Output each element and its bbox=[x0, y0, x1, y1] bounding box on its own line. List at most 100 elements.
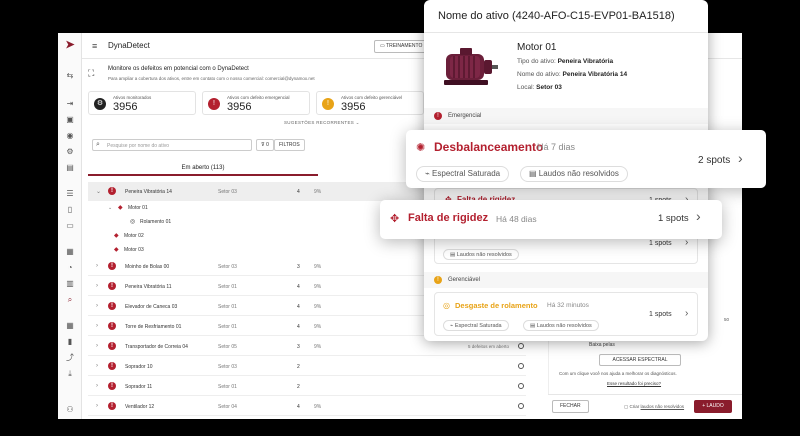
subrow-motor-01[interactable]: ⌄ ◆ Motor 01 bbox=[108, 201, 308, 215]
book-icon[interactable]: ▤ bbox=[64, 163, 76, 173]
calendar-icon[interactable]: ▦ bbox=[64, 321, 76, 331]
filters-button[interactable]: FILTROS bbox=[274, 139, 305, 151]
defect-card[interactable]: ◎ Desgaste de rolamento Há 32 minutos 1 … bbox=[434, 292, 698, 336]
asset-count: 4 bbox=[297, 324, 300, 330]
defect-title: Desbalanceamento bbox=[434, 140, 544, 154]
chevron-right-icon[interactable]: › bbox=[96, 403, 98, 409]
alert-icon: ! bbox=[108, 382, 116, 390]
defect-spots: 1 spots bbox=[658, 213, 689, 224]
alert-circle-icon: ! bbox=[434, 112, 442, 120]
status-ring-icon[interactable] bbox=[518, 383, 524, 389]
alert-icon: ! bbox=[108, 282, 116, 290]
table-row[interactable]: › ! Ventilador 12 Setor 04 4 9% bbox=[88, 397, 526, 416]
app-title: DynaDetect bbox=[108, 41, 150, 50]
highlight-card-stiffness[interactable]: ✥ Falta de rigidez Há 48 dias 1 spots › bbox=[380, 200, 722, 239]
list-icon[interactable]: ☰ bbox=[64, 189, 76, 199]
chevron-right-icon[interactable]: › bbox=[96, 383, 98, 389]
alert-circle-icon: ! bbox=[208, 98, 220, 110]
tab-open[interactable]: Em aberto (113) bbox=[88, 162, 318, 176]
chip-label: Espectral Saturada bbox=[454, 323, 502, 329]
highlight-card-unbalance[interactable]: ✺ Desbalanceamento Há 7 dias 2 spots › ⌁… bbox=[406, 130, 766, 188]
stiffness-icon: ✥ bbox=[390, 213, 400, 225]
dashboard-icon[interactable]: ⇆ bbox=[64, 71, 76, 81]
filter-count-button[interactable]: ⊽ 0 bbox=[256, 139, 274, 151]
asset-location-value: Setor 03 bbox=[536, 84, 562, 91]
bearing-icon: ◎ bbox=[443, 301, 450, 310]
document-icon[interactable]: ▯ bbox=[64, 205, 76, 215]
chip-unresolved: ▤ Laudos não resolvidos bbox=[520, 166, 628, 182]
asset-count: 3 bbox=[297, 344, 300, 350]
subrow-rolamento-01[interactable]: ◎ Rolamento 01 bbox=[130, 215, 330, 229]
banner-subtitle: Para ampliar a cobertura dos ativos, ent… bbox=[108, 76, 315, 81]
chip-label: Laudos não resolvidos bbox=[456, 252, 512, 258]
table-row[interactable]: › ! Soprador 11 Setor 01 2 bbox=[88, 377, 526, 396]
settings-icon[interactable]: ⚙ bbox=[64, 147, 76, 157]
bottom-bar: FECHAR ▢ Criar laudos não resolvidos + L… bbox=[548, 394, 742, 419]
chevron-down-icon[interactable]: ⌄ bbox=[108, 205, 112, 211]
nav-icon-2[interactable]: ▣ bbox=[64, 115, 76, 125]
chip-label: Espectral Saturada bbox=[432, 169, 501, 178]
trend-icon[interactable]: ⤴ bbox=[64, 353, 76, 363]
chevron-right-icon[interactable]: › bbox=[96, 263, 98, 269]
table-row[interactable]: › ! Soprador 10 Setor 03 2 bbox=[88, 357, 526, 376]
unbalance-icon: ✺ bbox=[416, 142, 426, 154]
divider bbox=[424, 32, 708, 33]
asset-sector: Setor 04 bbox=[218, 404, 237, 410]
asset-name: Peneira Vibratória 14 bbox=[125, 189, 172, 195]
asset-count: 2 bbox=[297, 364, 300, 370]
chevron-right-icon[interactable]: › bbox=[738, 150, 743, 166]
nav-icon-1[interactable]: ⇥ bbox=[64, 99, 76, 109]
alert-icon: ! bbox=[108, 302, 116, 310]
chart-icon[interactable]: ▮ bbox=[64, 337, 76, 347]
asset-count: 4 bbox=[297, 404, 300, 410]
view-icon[interactable]: ◉ bbox=[64, 131, 76, 141]
chevron-right-icon[interactable]: › bbox=[96, 283, 98, 289]
search-input[interactable]: ⌕ Pesquise por nome do ativo bbox=[92, 139, 252, 151]
asset-name: Motor 01 bbox=[517, 42, 557, 53]
asset-type: Tipo do ativo: Peneira Vibratória bbox=[517, 58, 613, 65]
chevron-right-icon[interactable]: › bbox=[685, 308, 688, 319]
report-icon[interactable]: ▥ bbox=[64, 279, 76, 289]
user-settings-icon[interactable]: ⚇ bbox=[64, 405, 76, 415]
chevron-right-icon[interactable]: › bbox=[96, 363, 98, 369]
suggestions-toggle[interactable]: SUGESTÕES RECORRENTES ⌄ bbox=[284, 120, 360, 126]
motor-icon: ◆ bbox=[114, 247, 119, 253]
grid-icon[interactable]: ▦ bbox=[64, 247, 76, 257]
file-icon[interactable]: ▭ bbox=[64, 221, 76, 231]
monitor-icon: ⛶ bbox=[88, 68, 95, 78]
chevron-right-icon[interactable]: › bbox=[696, 208, 701, 224]
status-ring-icon[interactable] bbox=[518, 363, 524, 369]
bearing-icon: ◎ bbox=[130, 219, 136, 225]
chevron-down-icon[interactable]: ⌄ bbox=[96, 188, 101, 195]
section-emergencial: ! Emergencial bbox=[424, 108, 708, 124]
dynadetect-icon[interactable]: ⌕ bbox=[64, 295, 76, 305]
chevron-right-icon[interactable]: › bbox=[96, 343, 98, 349]
create-unresolved-link[interactable]: ▢ Criar laudos não resolvidos bbox=[624, 404, 684, 410]
tab-open-label: Em aberto (113) bbox=[181, 165, 225, 171]
add-report-button[interactable]: + LAUDO bbox=[694, 400, 732, 413]
download-icon[interactable]: ⤓ bbox=[64, 369, 76, 379]
stat-value: 3956 bbox=[227, 101, 252, 113]
asset-name: Transportador de Correia 04 bbox=[125, 344, 188, 350]
asset-location-label: Local: bbox=[517, 84, 535, 91]
hamburger-icon[interactable]: ≡ bbox=[92, 41, 97, 51]
status-ring-icon[interactable] bbox=[518, 343, 524, 349]
status-ring-icon[interactable] bbox=[518, 403, 524, 409]
chevron-right-icon[interactable]: › bbox=[96, 303, 98, 309]
close-button[interactable]: FECHAR bbox=[552, 400, 589, 413]
subrow-motor-03[interactable]: ◆ Motor 03 bbox=[114, 243, 314, 257]
axis-value: 50 bbox=[724, 317, 730, 322]
subrow-motor-02[interactable]: ◆ Motor 02 bbox=[114, 229, 314, 243]
stat-card-emergency: ! Ativos com defeito emergencial 3956 bbox=[202, 91, 310, 115]
alert-icon: ! bbox=[108, 342, 116, 350]
feedback-link[interactable]: Esse resultado foi preciso? bbox=[607, 381, 661, 386]
logo-icon: ➤ bbox=[65, 39, 75, 51]
access-spectral-label: ACESSAR ESPECTRAL bbox=[612, 357, 668, 363]
alert-icon: ! bbox=[108, 262, 116, 270]
asset-fullname-label: Nome do ativo: bbox=[517, 71, 561, 78]
chevron-right-icon[interactable]: › bbox=[96, 323, 98, 329]
training-button[interactable]: ▭ TREINAMENTO bbox=[374, 40, 429, 53]
clock-icon[interactable]: ◔ bbox=[64, 263, 76, 273]
access-spectral-button[interactable]: ACESSAR ESPECTRAL bbox=[599, 354, 681, 366]
stat-label: Ativos monitorados bbox=[113, 95, 152, 100]
